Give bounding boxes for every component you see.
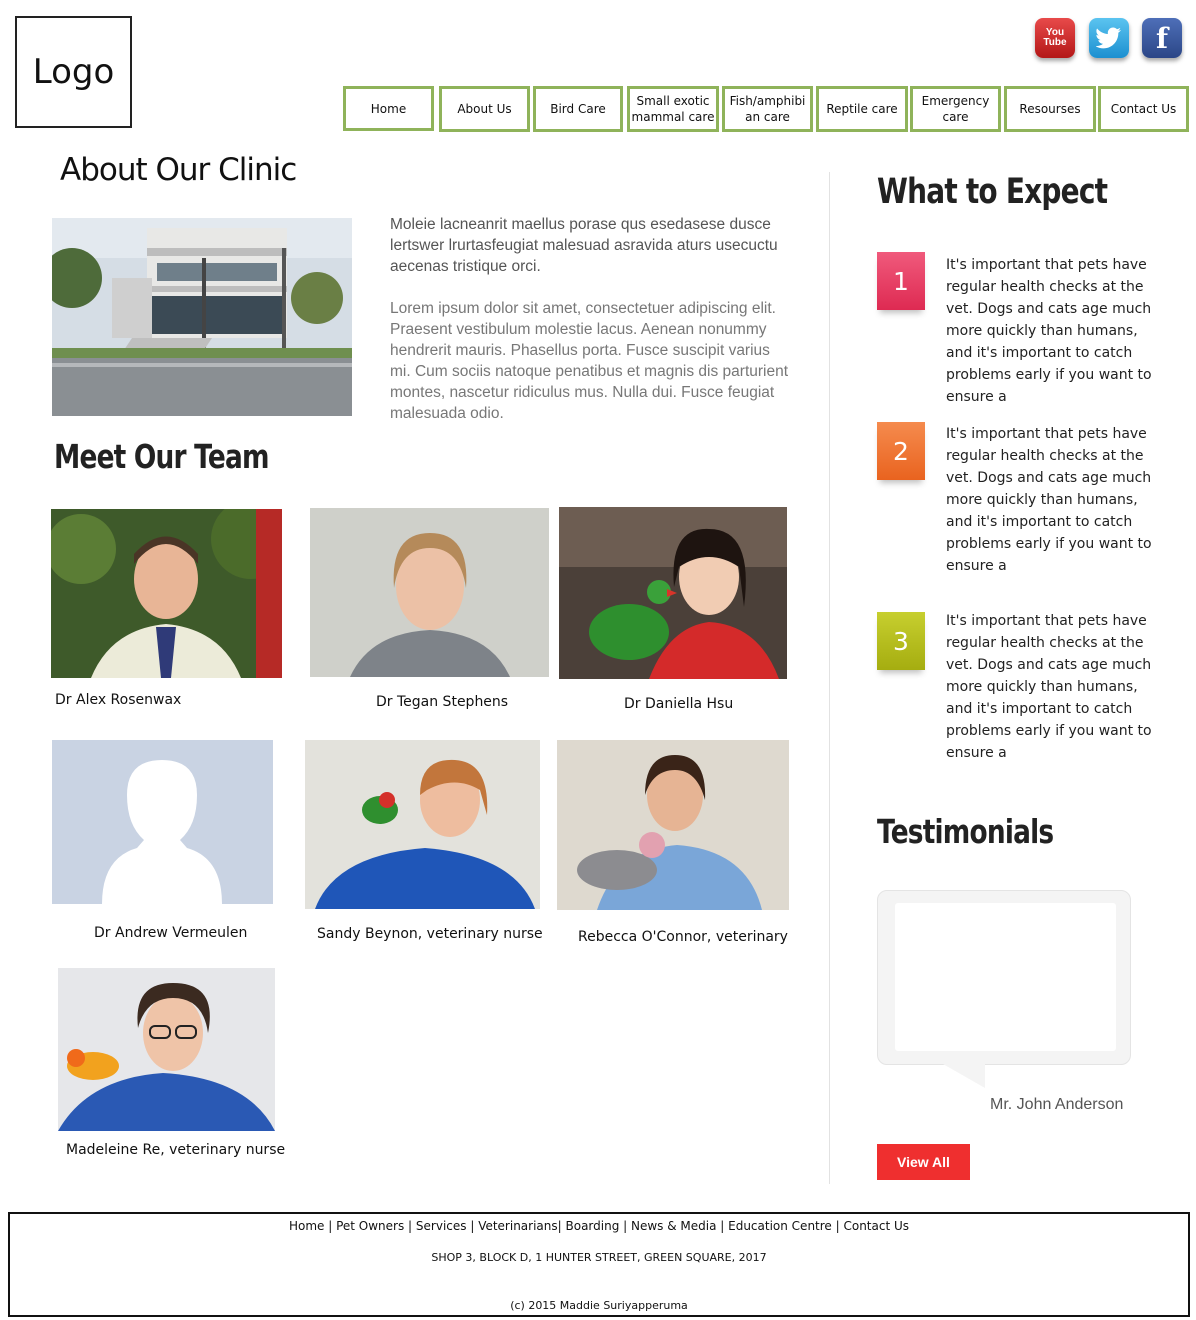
footer-link-education-centre[interactable]: Education Centre: [728, 1219, 832, 1233]
youtube-icon[interactable]: You Tube: [1035, 18, 1075, 58]
twitter-icon[interactable]: [1089, 18, 1129, 58]
expect-text-3: It's important that pets have regular he…: [946, 613, 1152, 761]
footer-link-news-media[interactable]: News & Media: [631, 1219, 716, 1233]
caption-sandy-beynon: Sandy Beynon, veterinary nurse: [317, 926, 543, 942]
caption-alex-rosenwax: Dr Alex Rosenwax: [55, 692, 182, 708]
photo-alex-rosenwax: [51, 509, 282, 678]
testimonial-bubble-tail: [943, 1064, 985, 1088]
photo-rebecca-oconnor: [557, 740, 789, 910]
nav-emergency-care[interactable]: Emergency care: [910, 86, 1001, 132]
photo-andrew-vermeulen-placeholder: [52, 740, 273, 904]
expect-number-1: 1: [877, 252, 925, 310]
expect-number-3: 3: [877, 612, 925, 670]
team-title: Meet Our Team: [54, 437, 269, 476]
testimonial-author: Mr. John Anderson: [990, 1096, 1124, 1113]
caption-andrew-vermeulen: Dr Andrew Vermeulen: [94, 925, 248, 941]
about-intro-text: Moleie lacneanrit maellus porase qus ese…: [390, 216, 778, 275]
column-divider: [829, 172, 830, 1184]
expect-title: What to Expect: [877, 172, 1108, 212]
expect-number-2: 2: [877, 422, 925, 480]
nav-home[interactable]: Home: [343, 86, 434, 131]
footer-link-services[interactable]: Services: [416, 1219, 467, 1233]
photo-sandy-beynon: [305, 740, 540, 909]
footer-copyright: (c) 2015 Maddie Suriyapperuma: [510, 1299, 688, 1312]
nav-about-us[interactable]: About Us: [439, 86, 530, 132]
footer: Home | Pet Owners | Services | Veterinar…: [8, 1212, 1190, 1317]
photo-daniella-hsu: [559, 507, 787, 679]
expect-text-1: It's important that pets have regular he…: [946, 257, 1152, 405]
expect-text-2: It's important that pets have regular he…: [946, 426, 1152, 574]
testimonial-bubble: [877, 890, 1131, 1065]
caption-tegan-stephens: Dr Tegan Stephens: [376, 694, 509, 710]
testimonials-title: Testimonials: [877, 812, 1054, 851]
photo-madeleine-re: [58, 968, 275, 1131]
footer-link-boarding[interactable]: Boarding: [566, 1219, 620, 1233]
footer-link-pet-owners[interactable]: Pet Owners: [336, 1219, 404, 1233]
logo[interactable]: Logo: [15, 16, 132, 128]
nav-resources[interactable]: Resourses: [1004, 86, 1096, 132]
footer-address: SHOP 3, BLOCK D, 1 HUNTER STREET, GREEN …: [431, 1251, 767, 1264]
footer-links: Home | Pet Owners | Services | Veterinar…: [288, 1219, 910, 1233]
clinic-building-image: [52, 218, 352, 416]
nav-bird-care[interactable]: Bird Care: [533, 86, 623, 132]
facebook-icon[interactable]: f: [1142, 18, 1182, 58]
view-all-button[interactable]: View All: [877, 1144, 970, 1180]
testimonial-content: [895, 903, 1116, 1051]
nav-small-exotic-mammal-care[interactable]: Small exotic mammal care: [627, 86, 719, 132]
photo-tegan-stephens: [310, 508, 549, 677]
about-title: About Our Clinic: [60, 152, 297, 188]
footer-link-home[interactable]: Home: [289, 1219, 324, 1233]
nav-fish-amphibian-care[interactable]: Fish/amphibian care: [722, 86, 813, 132]
caption-madeleine-re: Madeleine Re, veterinary nurse: [66, 1142, 286, 1158]
nav-reptile-care[interactable]: Reptile care: [816, 86, 908, 132]
footer-link-contact-us[interactable]: Contact Us: [843, 1219, 909, 1233]
caption-daniella-hsu: Dr Daniella Hsu: [624, 696, 734, 712]
footer-link-veterinarians[interactable]: Veterinarians: [478, 1219, 557, 1233]
about-body-text: Lorem ipsum dolor sit amet, consectetuer…: [390, 300, 789, 422]
caption-rebecca-oconnor: Rebecca O'Connor, veterinary: [578, 929, 788, 945]
nav-contact-us[interactable]: Contact Us: [1098, 86, 1189, 132]
